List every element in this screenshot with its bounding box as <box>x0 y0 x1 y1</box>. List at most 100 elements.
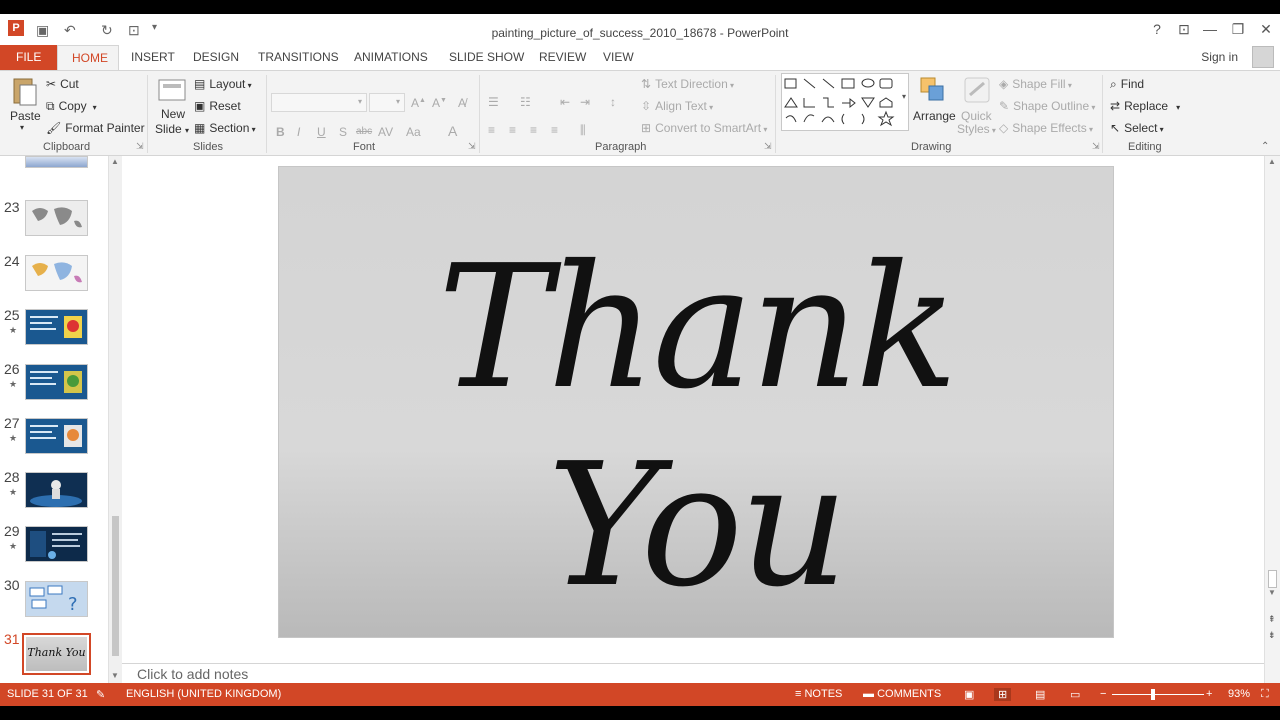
shape-effects-button[interactable]: ◇ Shape Effects ▾ <box>999 121 1093 135</box>
align-center-icon[interactable]: ≡ <box>509 123 516 137</box>
tab-view[interactable]: VIEW <box>603 50 634 64</box>
numbering-icon[interactable]: ☷ <box>520 95 531 109</box>
quick-styles-label-2[interactable]: Styles ▾ <box>957 122 996 136</box>
font-size-combo[interactable]: ▾ <box>369 93 405 112</box>
align-left-icon[interactable]: ≡ <box>488 123 495 137</box>
comments-button[interactable]: ▬ COMMENTS <box>863 688 941 700</box>
thumbnails-scrollbar[interactable]: ▲ ▼ <box>108 156 122 683</box>
slide-thumbnail-24[interactable] <box>25 255 88 291</box>
scroll-down-icon[interactable]: ▼ <box>1268 588 1276 597</box>
notes-button[interactable]: ≡ NOTES <box>795 688 842 700</box>
shape-outline-button[interactable]: ✎ Shape Outline ▾ <box>999 99 1095 113</box>
bullets-icon[interactable]: ☰ <box>488 95 499 109</box>
scroll-down-icon[interactable]: ▼ <box>111 671 119 680</box>
ribbon-display-options-button[interactable]: ⊡ <box>1174 21 1194 38</box>
paste-button[interactable]: Paste <box>10 109 41 123</box>
paste-dropdown-icon[interactable]: ▾ <box>20 123 24 132</box>
reading-view-icon[interactable]: ▤ <box>1035 688 1045 701</box>
paragraph-launcher-icon[interactable]: ⇲ <box>764 141 772 152</box>
slide-thumbnail-25[interactable] <box>25 309 88 345</box>
italic-button[interactable]: I <box>297 125 300 139</box>
font-color-icon[interactable]: A <box>448 123 457 139</box>
language-indicator[interactable]: ENGLISH (UNITED KINGDOM) <box>126 688 281 700</box>
slide-sorter-view-icon[interactable]: ⊞ <box>994 688 1012 701</box>
notes-pane[interactable]: Click to add notes <box>122 663 1264 683</box>
character-spacing-icon[interactable]: AV <box>378 125 393 139</box>
strikethrough-button[interactable]: abc <box>356 126 372 137</box>
section-button[interactable]: ▦ Section ▾ <box>194 121 256 135</box>
align-text-button[interactable]: ⇳ Align Text ▾ <box>641 99 713 113</box>
editor-scrollbar[interactable]: ▲ ▼ ⇞ ⇟ <box>1264 156 1280 683</box>
slide-show-view-icon[interactable]: ▭ <box>1070 688 1080 701</box>
clear-formatting-icon[interactable]: A̸ <box>458 96 466 110</box>
notes-placeholder[interactable]: Click to add notes <box>137 666 248 682</box>
slide-thumbnail-29[interactable] <box>25 526 88 562</box>
zoom-slider[interactable] <box>1112 694 1204 695</box>
drawing-launcher-icon[interactable]: ⇲ <box>1092 141 1100 152</box>
replace-button[interactable]: ⇄ Replace ▾ <box>1110 99 1180 113</box>
next-slide-icon[interactable]: ⇟ <box>1268 630 1276 641</box>
scrollbar-thumb[interactable] <box>112 516 119 656</box>
slide-thumbnail-22[interactable] <box>25 156 88 168</box>
fit-slide-icon[interactable]: ⛶ <box>1261 688 1269 701</box>
tab-slide-show[interactable]: SLIDE SHOW <box>449 50 524 64</box>
normal-view-icon[interactable]: ▣ <box>964 688 974 701</box>
new-slide-label-2[interactable]: Slide ▾ <box>155 122 189 136</box>
thank-you-text[interactable]: Thank You <box>279 229 1113 625</box>
tab-transitions[interactable]: TRANSITIONS <box>258 50 339 64</box>
collapse-ribbon-icon[interactable]: ⌃ <box>1261 141 1269 152</box>
slide-thumbnail-31-selected[interactable]: Thank You <box>22 633 91 675</box>
shapes-gallery[interactable]: ▾ <box>781 73 909 131</box>
increase-indent-icon[interactable]: ⇥ <box>580 95 590 109</box>
copy-button[interactable]: ⧉ Copy ▾ <box>46 99 97 114</box>
scroll-up-icon[interactable]: ▲ <box>1268 157 1276 166</box>
quick-styles-button[interactable]: Quick <box>961 109 992 123</box>
new-slide-button[interactable]: New <box>161 107 185 121</box>
tab-home[interactable]: HOME <box>57 45 119 71</box>
underline-button[interactable]: U <box>317 125 326 139</box>
slide-thumbnail-30[interactable]: ? <box>25 581 88 617</box>
cut-button[interactable]: ✂ Cut <box>46 77 79 91</box>
select-button[interactable]: ↖ Select ▾ <box>1110 121 1164 135</box>
font-launcher-icon[interactable]: ⇲ <box>468 141 476 152</box>
slide-thumbnail-26[interactable] <box>25 364 88 400</box>
restore-button[interactable]: ❐ <box>1228 21 1248 38</box>
change-case-icon[interactable]: Aa <box>406 125 421 139</box>
justify-icon[interactable]: ≡ <box>551 123 558 137</box>
decrease-indent-icon[interactable]: ⇤ <box>560 95 570 109</box>
format-painter-button[interactable]: 🖌 Format Painter <box>46 121 145 135</box>
arrange-button[interactable]: Arrange <box>913 109 956 123</box>
slide-thumbnail-27[interactable] <box>25 418 88 454</box>
minimize-button[interactable]: — <box>1200 21 1220 37</box>
find-button[interactable]: ⌕ Find <box>1110 77 1144 92</box>
bold-button[interactable]: B <box>276 125 285 139</box>
columns-icon[interactable]: ⫼ <box>580 123 586 138</box>
slide-thumbnail-23[interactable] <box>25 200 88 236</box>
help-button[interactable]: ? <box>1147 21 1167 37</box>
slide-thumbnail-28[interactable] <box>25 472 88 508</box>
clipboard-launcher-icon[interactable]: ⇲ <box>136 141 144 152</box>
avatar[interactable] <box>1252 46 1274 68</box>
font-name-combo[interactable]: ▾ <box>271 93 367 112</box>
current-slide[interactable]: Thank You <box>278 166 1114 638</box>
spelling-check-icon[interactable]: ✎ <box>96 688 105 701</box>
shrink-font-icon[interactable]: A▼ <box>432 96 447 110</box>
tab-review[interactable]: REVIEW <box>539 50 586 64</box>
previous-slide-icon[interactable]: ⇞ <box>1268 614 1276 625</box>
shape-fill-button[interactable]: ◈ Shape Fill ▾ <box>999 77 1072 91</box>
text-shadow-button[interactable]: S <box>339 125 347 139</box>
line-spacing-icon[interactable]: ↕ <box>610 95 616 109</box>
reset-button[interactable]: ▣ Reset <box>194 99 241 113</box>
zoom-in-icon[interactable]: + <box>1206 688 1212 700</box>
close-button[interactable]: ✕ <box>1256 21 1276 38</box>
tab-animations[interactable]: ANIMATIONS <box>354 50 428 64</box>
zoom-out-icon[interactable]: − <box>1100 688 1106 700</box>
tab-design[interactable]: DESIGN <box>193 50 239 64</box>
sign-in-link[interactable]: Sign in <box>1201 50 1238 64</box>
tab-file[interactable]: FILE <box>0 45 57 70</box>
text-direction-button[interactable]: ⇅ Text Direction ▾ <box>641 77 734 91</box>
scroll-up-icon[interactable]: ▲ <box>111 157 119 166</box>
convert-smartart-button[interactable]: ⊞ Convert to SmartArt ▾ <box>641 121 767 135</box>
zoom-slider-thumb[interactable] <box>1151 689 1155 700</box>
align-right-icon[interactable]: ≡ <box>530 123 537 137</box>
